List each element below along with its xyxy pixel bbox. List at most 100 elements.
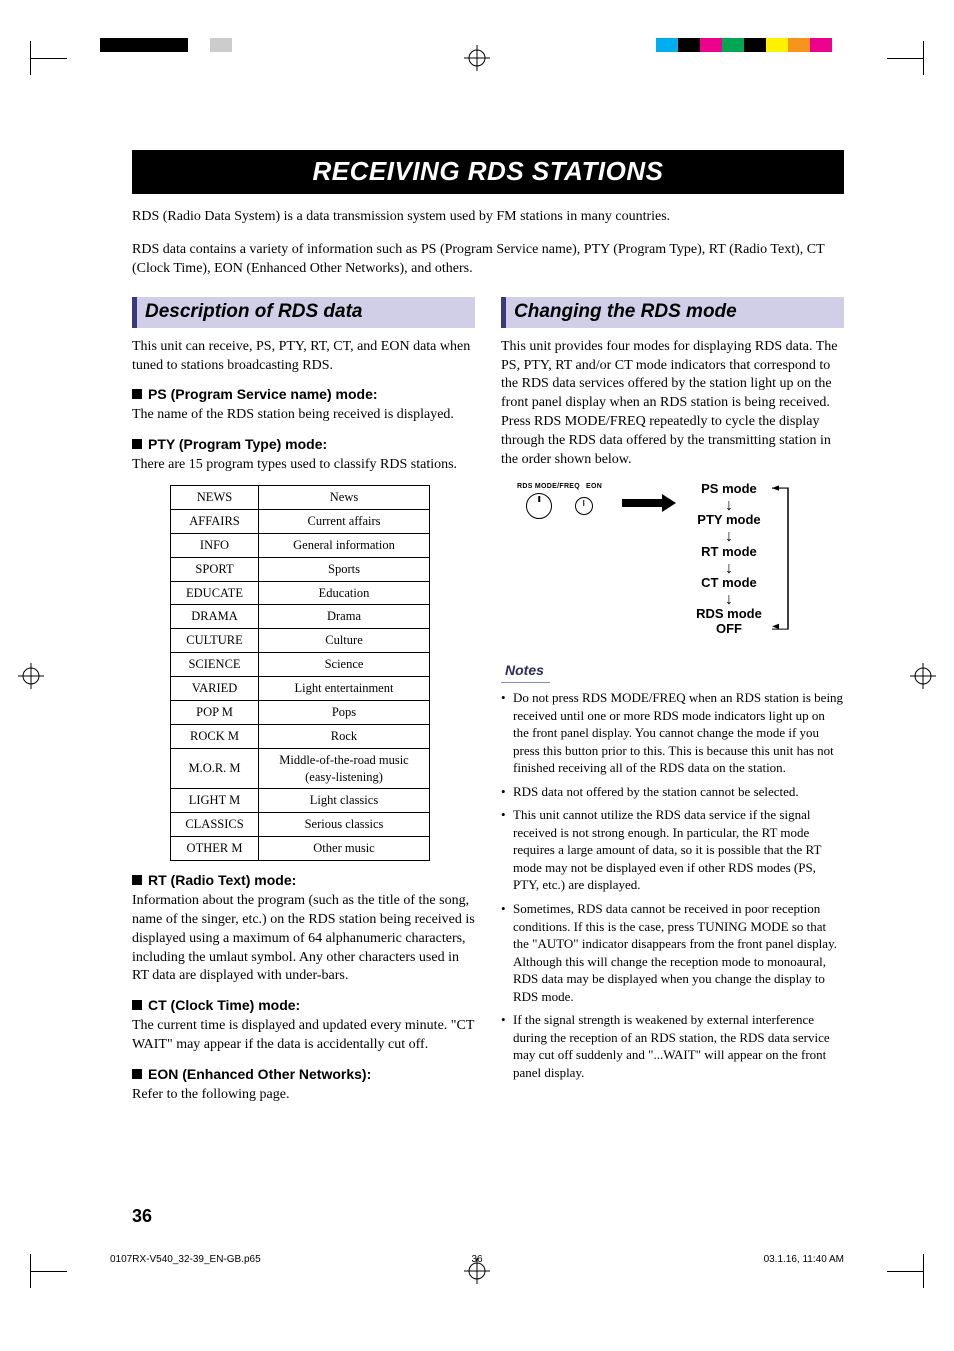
down-arrow-icon: ↓: [725, 530, 733, 544]
subheading-pty: PTY (Program Type) mode:: [132, 435, 475, 454]
subheading-ct-label: CT (Clock Time) mode:: [148, 997, 300, 1013]
color-swatch: [744, 38, 766, 52]
table-row: ROCK MRock: [171, 724, 430, 748]
subheading-ct: CT (Clock Time) mode:: [132, 996, 475, 1015]
knob-icon-small: [575, 497, 593, 515]
table-row: CLASSICSSerious classics: [171, 813, 430, 837]
table-cell: Pops: [259, 700, 430, 724]
crop-mark-top-left: [30, 41, 100, 75]
table-cell: SCIENCE: [171, 653, 259, 677]
mode-item: RDS modeOFF: [696, 607, 762, 637]
table-row: M.O.R. MMiddle-of-the-road music (easy-l…: [171, 748, 430, 789]
table-cell: Culture: [259, 629, 430, 653]
table-cell: Other music: [259, 837, 430, 861]
table-row: CULTURECulture: [171, 629, 430, 653]
color-swatch: [788, 38, 810, 52]
footer-page: 36: [471, 1254, 482, 1265]
color-swatch: [832, 38, 854, 52]
registration-cross-right: [910, 663, 936, 689]
table-cell: Serious classics: [259, 813, 430, 837]
subheading-ps: PS (Program Service name) mode:: [132, 385, 475, 404]
rt-body: Information about the program (such as t…: [132, 892, 475, 986]
table-cell: Light entertainment: [259, 677, 430, 701]
registration-cross-top: [464, 45, 490, 71]
table-cell: INFO: [171, 533, 259, 557]
table-cell: Rock: [259, 724, 430, 748]
note-item: RDS data not offered by the station cann…: [501, 783, 844, 801]
pty-table: NEWSNewsAFFAIRSCurrent affairsINFOGenera…: [170, 485, 430, 861]
loop-arrow-icon: [768, 484, 792, 633]
color-swatch: [656, 38, 678, 52]
subheading-eon: EON (Enhanced Other Networks):: [132, 1065, 475, 1084]
mode-item: PTY mode: [697, 513, 760, 528]
table-row: LIGHT MLight classics: [171, 789, 430, 813]
right-intro: This unit provides four modes for displa…: [501, 338, 844, 470]
table-cell: NEWS: [171, 486, 259, 510]
notes-heading: Notes: [501, 659, 550, 683]
table-cell: POP M: [171, 700, 259, 724]
table-cell: CLASSICS: [171, 813, 259, 837]
color-swatch: [166, 38, 188, 52]
table-row: SPORTSports: [171, 557, 430, 581]
color-swatch: [810, 38, 832, 52]
table-cell: Science: [259, 653, 430, 677]
subheading-pty-label: PTY (Program Type) mode:: [148, 436, 327, 452]
table-cell: SPORT: [171, 557, 259, 581]
mode-item: CT mode: [701, 576, 757, 591]
footer-filename: 0107RX-V540_32-39_EN-GB.p65: [110, 1254, 261, 1265]
left-intro: This unit can receive, PS, PTY, RT, CT, …: [132, 338, 475, 376]
color-swatch: [122, 38, 144, 52]
color-swatch: [700, 38, 722, 52]
mode-item: PS mode: [701, 482, 757, 497]
knob-label-right: EON: [586, 482, 602, 491]
table-cell: Light classics: [259, 789, 430, 813]
subheading-rt: RT (Radio Text) mode:: [132, 871, 475, 890]
knob-label-left: RDS MODE/FREQ: [517, 482, 580, 491]
down-arrow-icon: ↓: [725, 562, 733, 576]
note-item: Do not press RDS MODE/FREQ when an RDS s…: [501, 689, 844, 777]
table-cell: OTHER M: [171, 837, 259, 861]
down-arrow-icon: ↓: [725, 593, 733, 607]
page-number: 36: [132, 1206, 152, 1227]
color-swatch: [232, 38, 254, 52]
table-row: DRAMADrama: [171, 605, 430, 629]
table-row: POP MPops: [171, 700, 430, 724]
table-cell: EDUCATE: [171, 581, 259, 605]
pty-body: There are 15 program types used to class…: [132, 456, 475, 475]
table-row: INFOGeneral information: [171, 533, 430, 557]
color-bar-left: [100, 38, 254, 52]
footer-timestamp: 03.1.16, 11:40 AM: [764, 1254, 844, 1265]
knob-icon: [526, 493, 552, 519]
table-cell: VARIED: [171, 677, 259, 701]
note-item: Sometimes, RDS data cannot be received i…: [501, 900, 844, 1005]
crop-mark-top-right: [854, 41, 924, 75]
color-swatch: [766, 38, 788, 52]
table-row: SCIENCEScience: [171, 653, 430, 677]
eon-body: Refer to the following page.: [132, 1086, 475, 1105]
page-content: RECEIVING RDS STATIONS RDS (Radio Data S…: [132, 150, 844, 1221]
mode-item: RT mode: [701, 545, 757, 560]
knob-illustration: RDS MODE/FREQ EON: [517, 482, 602, 519]
table-cell: Education: [259, 581, 430, 605]
color-swatch: [188, 38, 210, 52]
page-title: RECEIVING RDS STATIONS: [132, 150, 844, 194]
color-swatch: [100, 38, 122, 52]
footer-metadata: 0107RX-V540_32-39_EN-GB.p65 36 03.1.16, …: [110, 1254, 844, 1265]
note-item: This unit cannot utilize the RDS data se…: [501, 806, 844, 894]
right-column: Changing the RDS mode This unit provides…: [501, 293, 844, 1115]
section-heading-description: Description of RDS data: [132, 297, 475, 328]
table-row: NEWSNews: [171, 486, 430, 510]
ps-body: The name of the RDS station being receiv…: [132, 406, 475, 425]
arrow-right-icon: [622, 496, 676, 510]
table-cell: AFFAIRS: [171, 509, 259, 533]
color-bar-right: [656, 38, 854, 52]
down-arrow-icon: ↓: [725, 499, 733, 513]
mode-list: PS mode↓PTY mode↓RT mode↓CT mode↓RDS mod…: [696, 482, 762, 639]
table-cell: M.O.R. M: [171, 748, 259, 789]
note-item: If the signal strength is weakened by ex…: [501, 1011, 844, 1081]
table-row: EDUCATEEducation: [171, 581, 430, 605]
table-cell: Current affairs: [259, 509, 430, 533]
notes-list: Do not press RDS MODE/FREQ when an RDS s…: [501, 689, 844, 1081]
color-swatch: [722, 38, 744, 52]
color-swatch: [678, 38, 700, 52]
